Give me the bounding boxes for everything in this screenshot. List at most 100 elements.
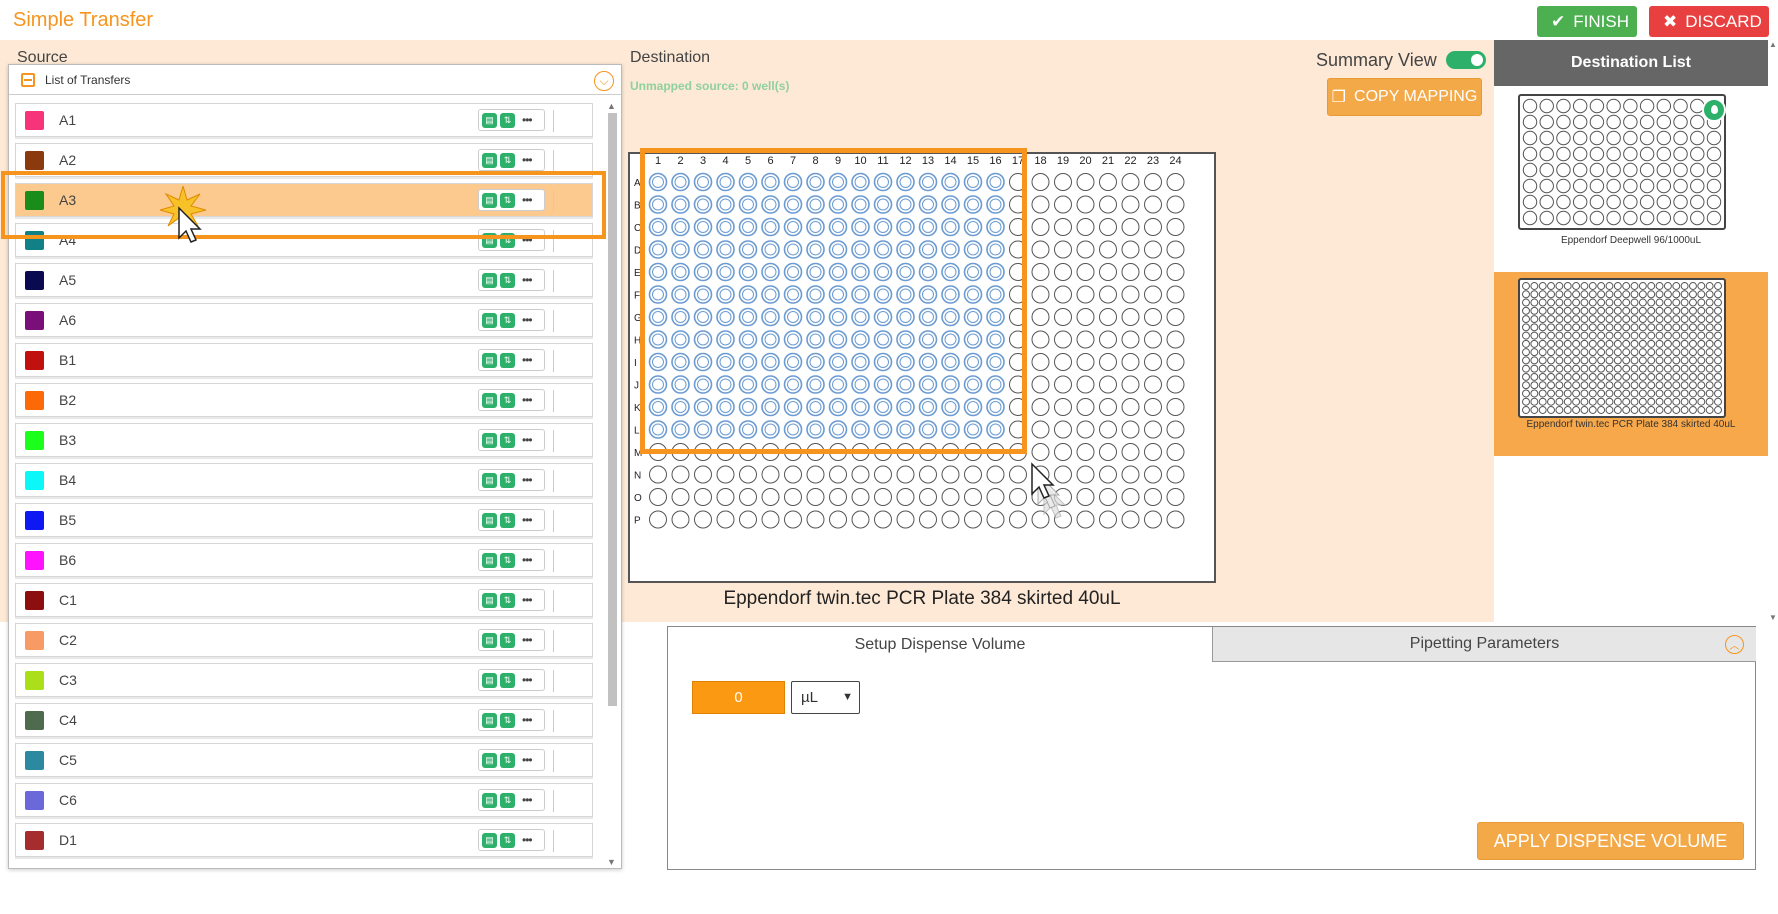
well[interactable] (1144, 195, 1162, 214)
well[interactable] (1099, 285, 1117, 304)
well[interactable] (1166, 510, 1185, 529)
well[interactable] (1144, 308, 1162, 326)
plate-view-icon[interactable]: ▤ (482, 832, 497, 848)
well[interactable] (1166, 375, 1185, 394)
plate-view-icon[interactable]: ▤ (482, 152, 497, 168)
well[interactable] (1121, 263, 1140, 281)
well[interactable] (1031, 240, 1050, 259)
well[interactable] (1099, 375, 1117, 394)
well[interactable] (1031, 285, 1050, 304)
well[interactable] (941, 488, 960, 506)
page-scroll-down[interactable]: ▼ (1769, 613, 1777, 622)
well[interactable] (1031, 330, 1050, 349)
well[interactable] (1031, 173, 1050, 191)
summary-view-toggle[interactable] (1446, 51, 1486, 69)
well[interactable] (1121, 398, 1140, 416)
well[interactable] (896, 510, 915, 529)
well[interactable] (1054, 263, 1072, 281)
more-options-icon[interactable]: ••• (522, 353, 533, 367)
well[interactable] (1166, 240, 1185, 259)
well[interactable] (919, 488, 937, 506)
plate-view-icon[interactable]: ▤ (482, 312, 497, 328)
well[interactable] (1031, 353, 1050, 371)
plate-view-icon[interactable]: ▤ (482, 712, 497, 728)
more-options-icon[interactable]: ••• (522, 153, 533, 167)
transfer-arrows-icon[interactable]: ⇅ (500, 512, 515, 528)
plate-view-icon[interactable]: ▤ (482, 512, 497, 528)
well[interactable] (761, 510, 780, 529)
well[interactable] (941, 465, 960, 484)
well[interactable] (739, 510, 757, 529)
well[interactable] (1099, 218, 1117, 236)
transfer-arrows-icon[interactable]: ⇅ (500, 272, 515, 288)
well[interactable] (761, 465, 780, 484)
well[interactable] (1099, 465, 1117, 484)
well[interactable] (1166, 218, 1185, 236)
well[interactable] (1166, 195, 1185, 214)
more-options-icon[interactable]: ••• (522, 513, 533, 527)
well[interactable] (1054, 195, 1072, 214)
well[interactable] (1144, 330, 1162, 349)
transfer-arrows-icon[interactable]: ⇅ (500, 352, 515, 368)
well[interactable] (1144, 420, 1162, 439)
well[interactable] (761, 488, 780, 506)
well[interactable] (829, 465, 847, 484)
transfer-row-a1[interactable]: A1 ▤ ⇅ ••• (15, 103, 593, 137)
well[interactable] (851, 465, 870, 484)
plate-view-icon[interactable]: ▤ (482, 672, 497, 688)
well[interactable] (964, 488, 982, 506)
unit-select[interactable]: µL ▼ (791, 681, 860, 714)
well[interactable] (649, 510, 667, 529)
well[interactable] (1144, 465, 1162, 484)
plate-view-icon[interactable]: ▤ (482, 112, 497, 128)
well[interactable] (1166, 420, 1185, 439)
well[interactable] (1166, 488, 1185, 506)
more-options-icon[interactable]: ••• (522, 833, 533, 847)
well[interactable] (1076, 195, 1095, 214)
well[interactable] (1099, 308, 1117, 326)
well[interactable] (964, 465, 982, 484)
well[interactable] (1054, 308, 1072, 326)
more-options-icon[interactable]: ••• (522, 713, 533, 727)
well[interactable] (1054, 375, 1072, 394)
well[interactable] (1099, 510, 1117, 529)
transfer-arrows-icon[interactable]: ⇅ (500, 712, 515, 728)
transfer-arrows-icon[interactable]: ⇅ (500, 672, 515, 688)
more-options-icon[interactable]: ••• (522, 753, 533, 767)
transfer-row-c2[interactable]: C2 ▤ ⇅ ••• (15, 623, 593, 657)
well[interactable] (1009, 465, 1027, 484)
transfer-row-b1[interactable]: B1 ▤ ⇅ ••• (15, 343, 593, 377)
well[interactable] (1031, 308, 1050, 326)
plate-view-icon[interactable]: ▤ (482, 752, 497, 768)
well[interactable] (1121, 465, 1140, 484)
well[interactable] (896, 465, 915, 484)
well[interactable] (694, 465, 712, 484)
well[interactable] (851, 510, 870, 529)
well[interactable] (1099, 195, 1117, 214)
more-options-icon[interactable]: ••• (522, 313, 533, 327)
well[interactable] (1144, 240, 1162, 259)
well[interactable] (1076, 263, 1095, 281)
well[interactable] (806, 510, 825, 529)
transfer-row-c6[interactable]: C6 ▤ ⇅ ••• (15, 783, 593, 817)
transfer-row-c1[interactable]: C1 ▤ ⇅ ••• (15, 583, 593, 617)
well[interactable] (671, 510, 690, 529)
transfer-arrows-icon[interactable]: ⇅ (500, 152, 515, 168)
well[interactable] (964, 510, 982, 529)
well[interactable] (1099, 173, 1117, 191)
well[interactable] (1121, 285, 1140, 304)
well[interactable] (1166, 263, 1185, 281)
well[interactable] (1054, 443, 1072, 461)
list-scrollbar[interactable]: ▲ ▼ (605, 101, 619, 867)
plate-view-icon[interactable]: ▤ (482, 352, 497, 368)
well[interactable] (1076, 375, 1095, 394)
well[interactable] (1144, 218, 1162, 236)
transfer-arrows-icon[interactable]: ⇅ (500, 832, 515, 848)
well[interactable] (716, 465, 735, 484)
scroll-thumb[interactable] (608, 113, 617, 706)
well[interactable] (1076, 420, 1095, 439)
well[interactable] (1099, 443, 1117, 461)
well[interactable] (896, 488, 915, 506)
more-options-icon[interactable]: ••• (522, 633, 533, 647)
transfer-arrows-icon[interactable]: ⇅ (500, 552, 515, 568)
